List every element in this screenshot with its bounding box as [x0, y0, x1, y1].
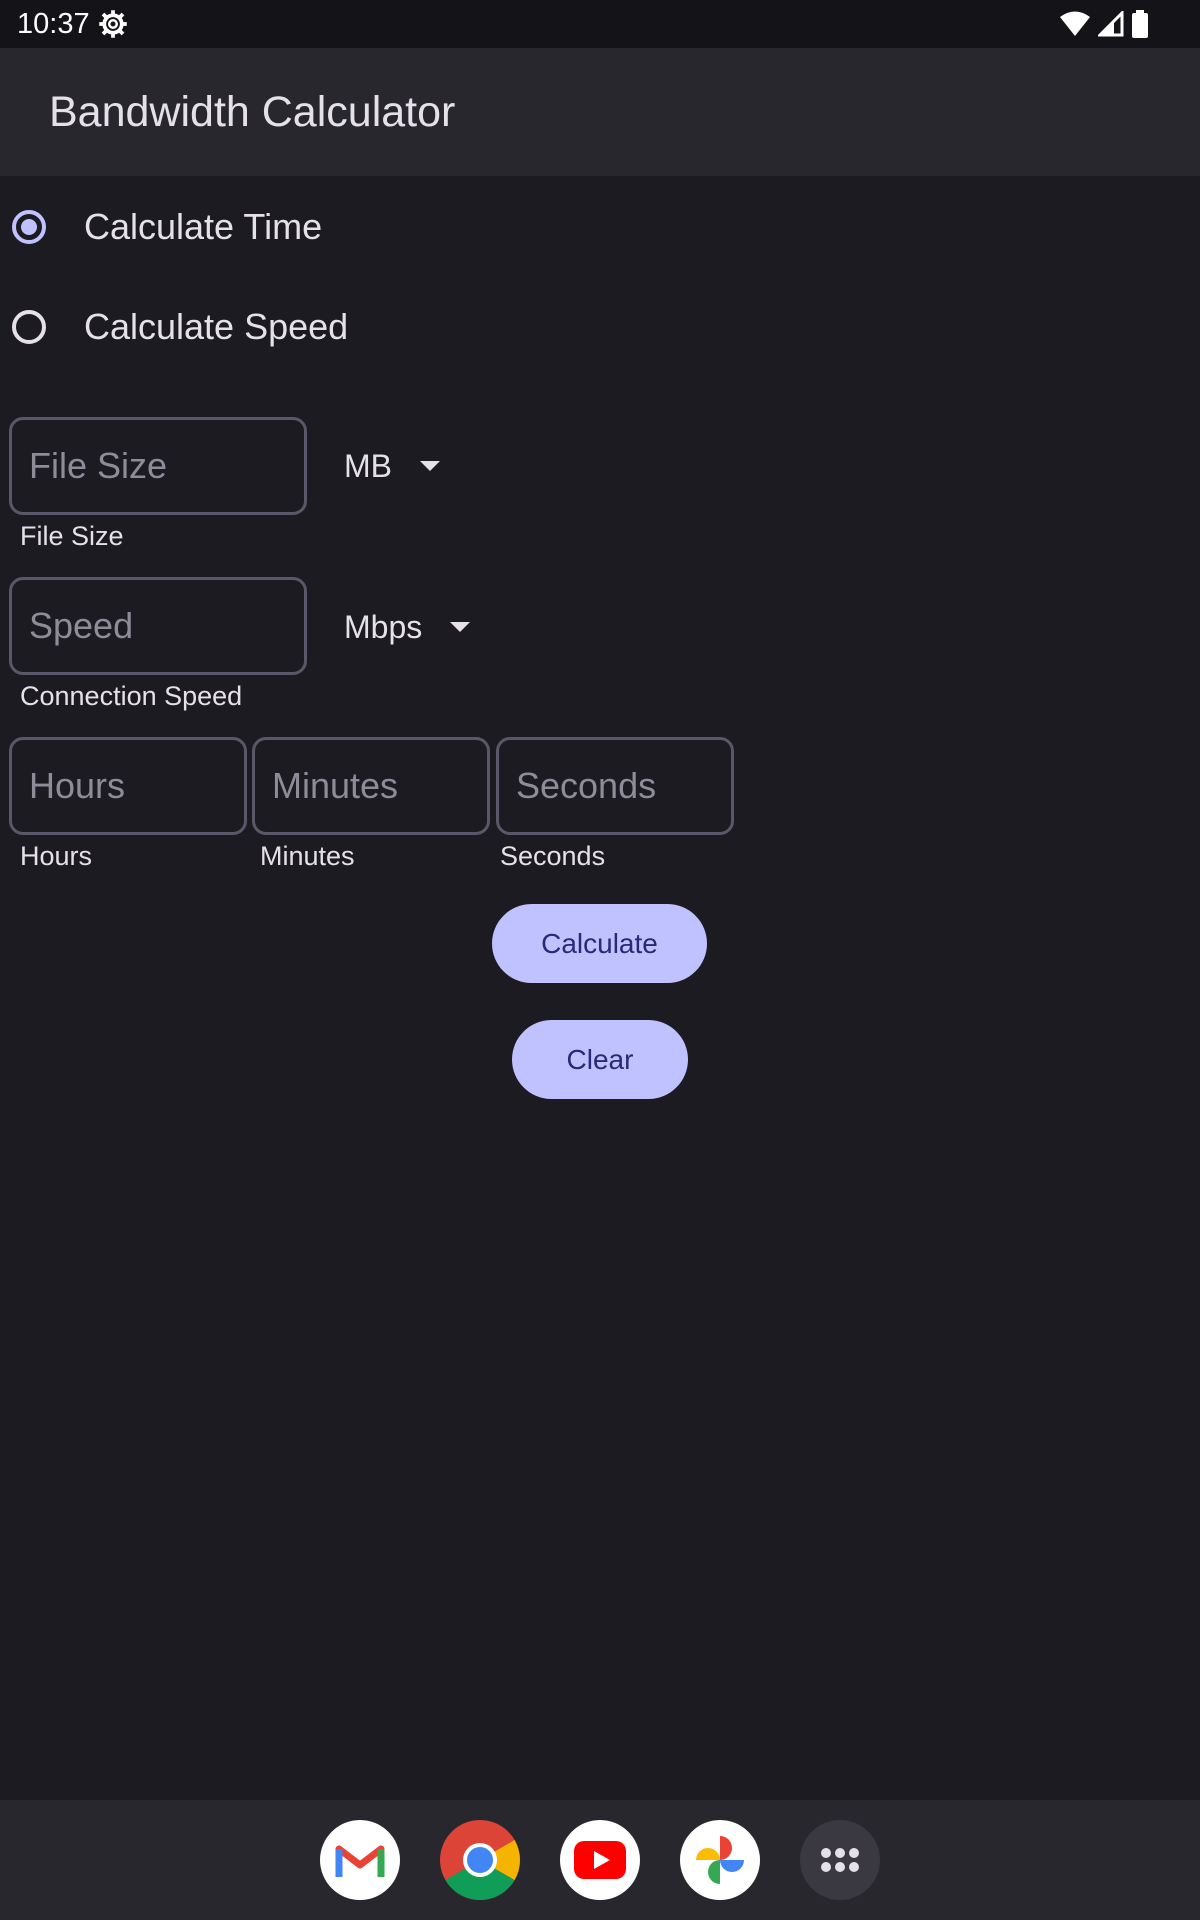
- radio-calculate-time[interactable]: Calculate Time: [0, 187, 600, 267]
- youtube-icon[interactable]: [560, 1820, 640, 1900]
- file-size-unit-dropdown[interactable]: MB: [344, 436, 440, 496]
- calculate-button[interactable]: Calculate: [492, 904, 707, 983]
- file-size-input[interactable]: [12, 420, 304, 512]
- hours-field[interactable]: [9, 737, 247, 835]
- chrome-icon[interactable]: [440, 1820, 520, 1900]
- radio-calculate-speed[interactable]: Calculate Speed: [0, 287, 600, 367]
- dropdown-arrow-icon: [450, 622, 471, 632]
- clear-button[interactable]: Clear: [512, 1020, 688, 1099]
- wifi-icon: [1060, 11, 1090, 36]
- radio-label-calculate-time: Calculate Time: [84, 206, 323, 247]
- file-size-field[interactable]: [9, 417, 307, 515]
- app-bar: Bandwidth Calculator: [0, 48, 1200, 176]
- cellular-signal-icon: [1098, 11, 1124, 37]
- speed-input[interactable]: [12, 580, 304, 672]
- speed-unit-dropdown[interactable]: Mbps: [344, 597, 471, 657]
- radio-label-calculate-speed: Calculate Speed: [84, 306, 349, 347]
- file-size-unit-value: MB: [344, 447, 392, 484]
- photos-icon[interactable]: [680, 1820, 760, 1900]
- seconds-field[interactable]: [496, 737, 734, 835]
- settings-gear-icon: [99, 10, 127, 38]
- app-title: Bandwidth Calculator: [49, 88, 456, 136]
- radio-button-unchecked[interactable]: [12, 310, 46, 344]
- hours-input[interactable]: [12, 740, 244, 832]
- radio-button-checked[interactable]: [12, 210, 46, 244]
- gmail-icon[interactable]: [320, 1820, 400, 1900]
- file-size-helper: File Size: [20, 521, 124, 551]
- app-drawer-icon[interactable]: [800, 1820, 880, 1900]
- hours-helper: Hours: [20, 841, 93, 871]
- battery-icon: [1132, 10, 1148, 38]
- connection-speed-helper: Connection Speed: [20, 681, 243, 711]
- status-time: 10:37: [17, 8, 90, 40]
- seconds-helper: Seconds: [500, 841, 606, 871]
- minutes-field[interactable]: [252, 737, 490, 835]
- status-bar: 10:37: [0, 0, 1200, 48]
- dropdown-arrow-icon: [420, 461, 440, 471]
- minutes-helper: Minutes: [260, 841, 355, 871]
- seconds-input[interactable]: [499, 740, 731, 832]
- speed-unit-value: Mbps: [344, 608, 423, 645]
- minutes-input[interactable]: [255, 740, 487, 832]
- speed-field[interactable]: [9, 577, 307, 675]
